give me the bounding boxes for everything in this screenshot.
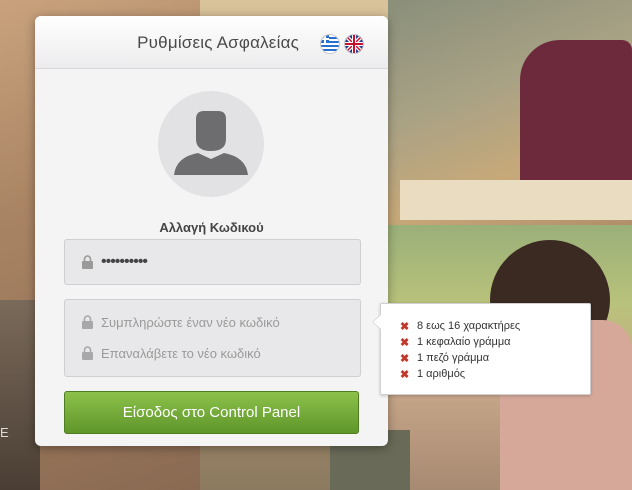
cross-icon: ✖ [400, 352, 410, 365]
new-password-group: Συμπληρώστε έναν νέο κωδικό Επαναλάβετε … [64, 299, 361, 377]
requirement-text: 1 αριθμός [417, 368, 466, 380]
requirement-text: 1 κεφαλαίο γράμμα [417, 336, 511, 348]
background-text: E [0, 425, 9, 440]
new-password-input[interactable]: Συμπληρώστε έναν νέο κωδικό [82, 312, 280, 332]
repeat-password-placeholder: Επαναλάβετε το νέο κωδικό [101, 345, 261, 361]
greek-flag-icon[interactable] [320, 34, 340, 54]
enter-control-panel-button[interactable]: Είσοδος στο Control Panel [64, 391, 359, 434]
new-password-placeholder: Συμπληρώστε έναν νέο κωδικό [101, 314, 280, 330]
user-avatar-icon [158, 91, 264, 197]
requirement-item: ✖ 1 πεζό γράμμα [400, 350, 590, 366]
repeat-password-input[interactable]: Επαναλάβετε το νέο κωδικό [82, 343, 261, 363]
current-password-value: •••••••••• [101, 253, 148, 270]
current-password-field[interactable]: •••••••••• [64, 239, 361, 285]
uk-flag-icon[interactable] [344, 34, 364, 54]
lock-icon [82, 346, 93, 360]
password-requirements-tooltip: ✖ 8 εως 16 χαρακτήρες ✖ 1 κεφαλαίο γράμμα … [372, 303, 591, 395]
requirement-item: ✖ 1 κεφαλαίο γράμμα [400, 334, 590, 350]
requirement-text: 1 πεζό γράμμα [417, 352, 490, 364]
change-password-heading: Αλλαγή Κωδικού [159, 220, 264, 235]
panel-header: Ρυθμίσεις Ασφαλείας [35, 16, 388, 69]
requirement-item: ✖ 1 αριθμός [400, 366, 590, 382]
security-settings-panel: Ρυθμίσεις Ασφαλείας Αλλαγή Κωδικού •••••… [35, 16, 388, 446]
panel-title: Ρυθμίσεις Ασφαλείας [137, 33, 299, 52]
cross-icon: ✖ [400, 320, 410, 333]
requirement-text: 8 εως 16 χαρακτήρες [417, 320, 521, 332]
cross-icon: ✖ [400, 336, 410, 349]
lock-icon [82, 315, 93, 329]
cross-icon: ✖ [400, 368, 410, 381]
requirement-item: ✖ 8 εως 16 χαρακτήρες [400, 318, 590, 334]
lock-icon [82, 255, 93, 269]
